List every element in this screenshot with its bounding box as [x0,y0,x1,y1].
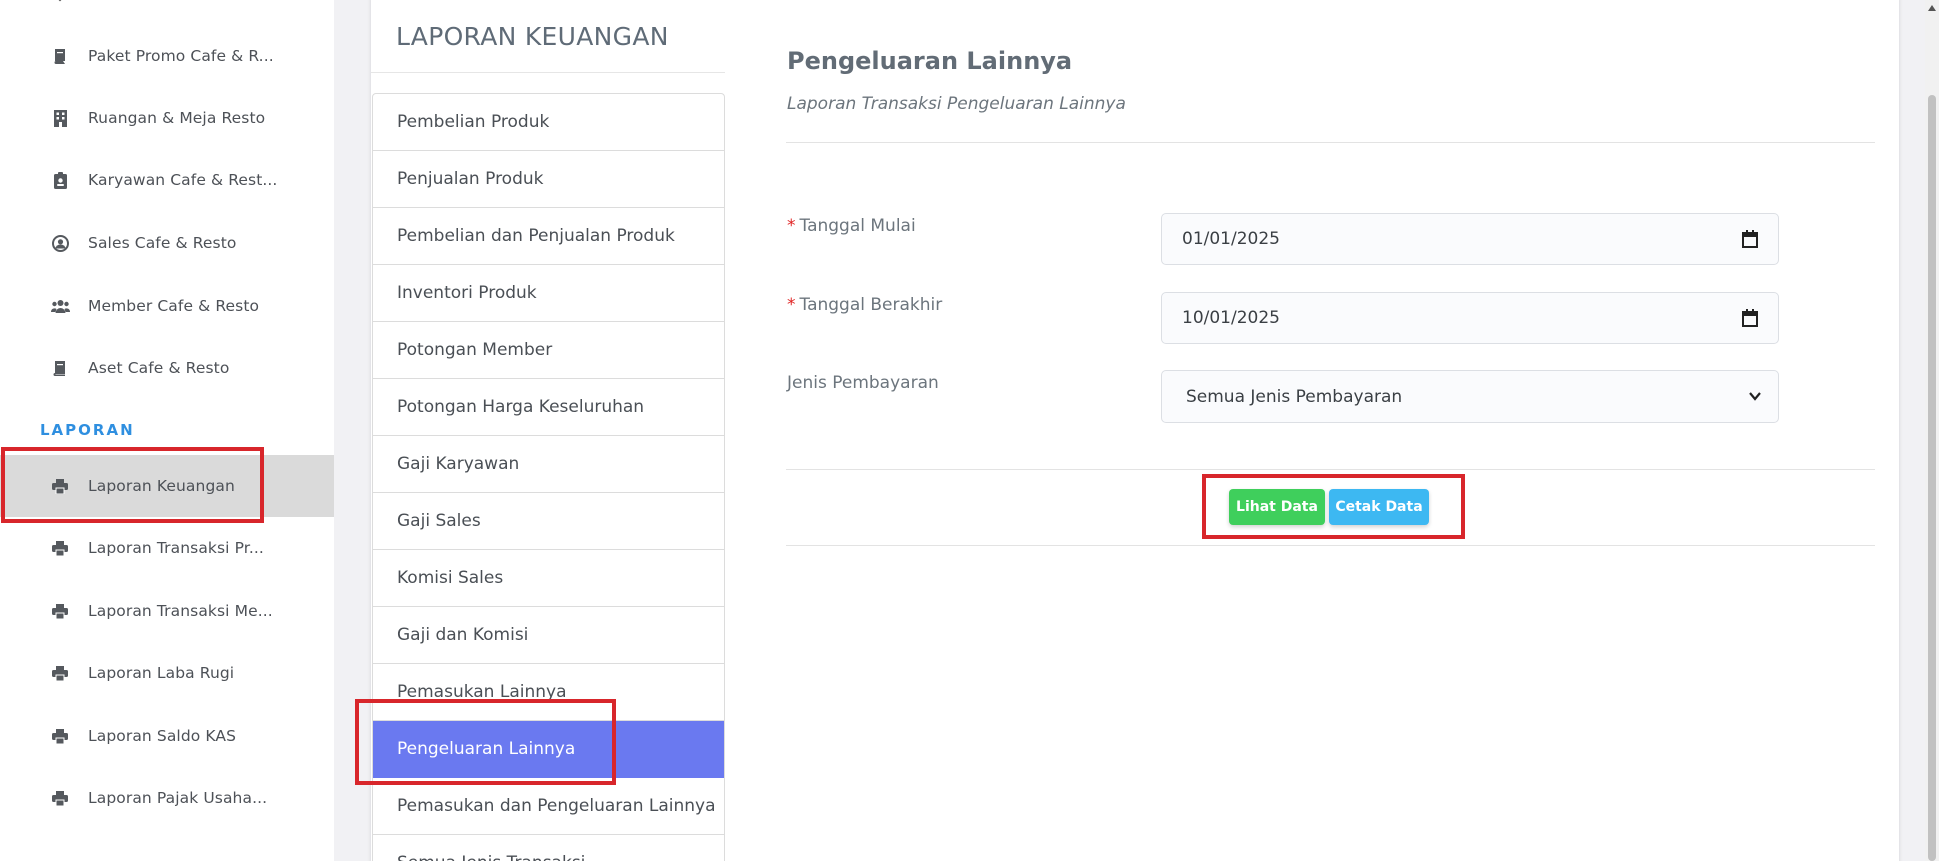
sidebar-item-laporan-transaksi-me[interactable]: Laporan Transaksi Me... [0,580,334,642]
sidebar-item-laporan-pajak[interactable]: Laporan Pajak Usaha... [0,767,334,829]
sidebar-item-aset[interactable]: Aset Cafe & Resto [0,337,334,399]
sidebar-item-label: Laporan Pajak Usaha... [88,789,268,807]
sidebar-item-laporan-saldo-kas[interactable]: Laporan Saldo KAS [0,705,334,767]
report-menu-item-gaji-sales[interactable]: Gaji Sales [373,493,724,550]
end-date-label-text: Tanggal Berakhir [799,295,943,315]
sidebar-item-laporan-laba-rugi[interactable]: Laporan Laba Rugi [0,642,334,704]
scrollbar-thumb[interactable] [1928,95,1936,861]
printer-icon [50,476,70,496]
report-menu-item-semua-transaksi[interactable]: Semua Jenis Transaksi [373,835,724,861]
sidebar-item-label: Karyawan Cafe & Rest... [88,171,278,189]
sidebar-item-label: Laporan Transaksi Me... [88,602,273,620]
report-menu-item-pemasukan-lainnya[interactable]: Pemasukan Lainnya [373,664,724,721]
sidebar-item-karyawan[interactable]: Karyawan Cafe & Rest... [0,149,334,211]
sidebar-item-label: Member Cafe & Resto [88,297,260,315]
report-menu: Pembelian Produk Penjualan Produk Pembel… [372,93,725,861]
start-date-input[interactable]: 01/01/2025 [1161,213,1779,265]
printer-icon [50,601,70,621]
partial-icon [58,0,62,2]
printer-icon [50,538,70,558]
report-menu-item-potongan-harga[interactable]: Potongan Harga Keseluruhan [373,379,724,436]
report-menu-item-penjualan-produk[interactable]: Penjualan Produk [373,151,724,208]
end-date-input[interactable]: 10/01/2025 [1161,292,1779,344]
sidebar-item-paket-promo[interactable]: Paket Promo Cafe & R... [0,25,334,87]
calendar-icon[interactable] [1742,230,1758,248]
sidebar-item-label: Laporan Transaksi Pr... [88,539,264,557]
divider [371,72,725,73]
payment-type-label: Jenis Pembayaran [787,373,939,393]
sidebar-item-label: Laporan Laba Rugi [88,664,235,682]
start-date-label-text: Tanggal Mulai [799,216,916,236]
start-date-label: * Tanggal Mulai [787,216,916,236]
report-menu-item-gaji-karyawan[interactable]: Gaji Karyawan [373,436,724,493]
end-date-value: 10/01/2025 [1182,308,1280,328]
sidebar-item-label: Sales Cafe & Resto [88,234,237,252]
sidebar-item-laporan-transaksi-pr[interactable]: Laporan Transaksi Pr... [0,517,334,579]
report-menu-item-pengeluaran-lainnya[interactable]: Pengeluaran Lainnya [373,721,724,778]
sidebar-item-label: Ruangan & Meja Resto [88,109,266,127]
sidebar: Paket Promo Cafe & R... Ruangan & Meja R… [0,0,334,861]
print-data-button[interactable]: Cetak Data [1329,489,1429,525]
view-data-button[interactable]: Lihat Data [1229,489,1325,525]
report-panel-title: LAPORAN KEUANGAN [396,22,669,51]
sidebar-item-label: Laporan Keuangan [88,477,235,495]
required-mark: * [787,295,796,315]
report-menu-item-potongan-member[interactable]: Potongan Member [373,322,724,379]
user-circle-icon [50,233,70,253]
report-menu-item-pemasukan-pengeluaran[interactable]: Pemasukan dan Pengeluaran Lainnya [373,778,724,835]
book-icon [50,46,70,66]
report-menu-item-komisi-sales[interactable]: Komisi Sales [373,550,724,607]
report-menu-item-pembelian-penjualan[interactable]: Pembelian dan Penjualan Produk [373,208,724,265]
end-date-label: * Tanggal Berakhir [787,295,942,315]
users-icon [50,296,70,316]
required-mark: * [787,216,796,236]
report-menu-item-pembelian-produk[interactable]: Pembelian Produk [373,94,724,151]
sidebar-item-laporan-keuangan[interactable]: Laporan Keuangan [0,455,334,517]
scroll-up-icon[interactable] [1927,3,1937,13]
sidebar-item-label: Laporan Saldo KAS [88,727,237,745]
start-date-value: 01/01/2025 [1182,229,1280,249]
calendar-icon[interactable] [1742,309,1758,327]
sidebar-item-label: Aset Cafe & Resto [88,359,230,377]
printer-icon [50,726,70,746]
divider [786,469,1875,470]
building-icon [50,108,70,128]
payment-type-select[interactable]: Semua Jenis Pembayaran [1161,370,1779,423]
id-badge-icon [50,170,70,190]
divider [786,545,1875,546]
divider [786,142,1875,143]
sidebar-item-label: Paket Promo Cafe & R... [88,47,274,65]
printer-icon [50,788,70,808]
sidebar-item-sales[interactable]: Sales Cafe & Resto [0,212,334,274]
sidebar-section-laporan: LAPORAN [40,421,135,439]
report-menu-item-inventori[interactable]: Inventori Produk [373,265,724,322]
book-icon [50,358,70,378]
content-subtitle: Laporan Transaksi Pengeluaran Lainnya [787,94,1126,114]
sidebar-item-member[interactable]: Member Cafe & Resto [0,275,334,337]
report-menu-item-gaji-komisi[interactable]: Gaji dan Komisi [373,607,724,664]
sidebar-item-ruangan-meja[interactable]: Ruangan & Meja Resto [0,87,334,149]
content-title: Pengeluaran Lainnya [787,47,1073,75]
chevron-down-icon [1749,392,1761,401]
printer-icon [50,663,70,683]
payment-type-value: Semua Jenis Pembayaran [1186,386,1403,407]
